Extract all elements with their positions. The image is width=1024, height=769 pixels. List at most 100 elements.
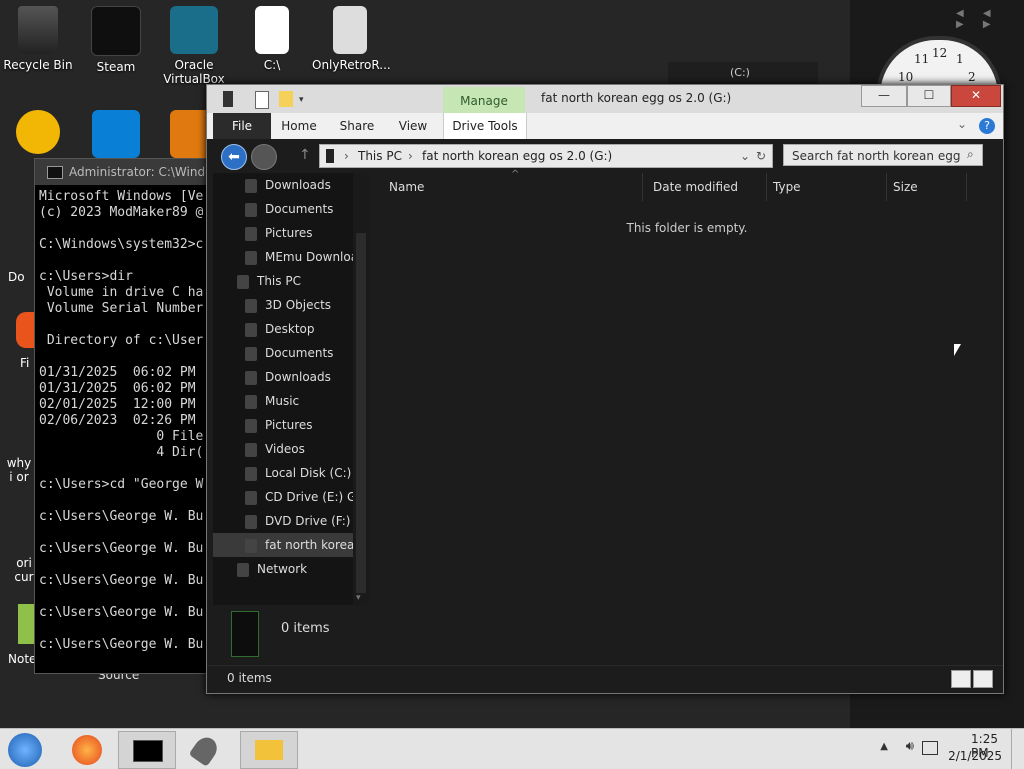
column-header-date-modified[interactable]: Date modified xyxy=(647,173,767,201)
large-icons-view-icon[interactable] xyxy=(973,670,993,688)
chevron-down-icon[interactable]: ⌄ xyxy=(957,117,967,131)
start-orb-icon xyxy=(8,733,42,767)
maximize-button[interactable]: ☐ xyxy=(907,85,951,107)
folder-icon xyxy=(245,394,257,409)
cmd-line: 4 Dir( xyxy=(39,445,204,460)
nav-item[interactable]: Downloads xyxy=(213,173,353,197)
taskbar-firefox[interactable] xyxy=(60,731,116,767)
firefox-icon[interactable] xyxy=(16,312,36,348)
nav-item-label: Documents xyxy=(265,202,334,216)
folder-icon xyxy=(245,346,257,361)
nav-item[interactable]: MEmu Downloa xyxy=(213,245,353,269)
virtualbox-icon xyxy=(170,6,218,54)
taskbar-command-prompt[interactable] xyxy=(118,731,176,769)
gadget-nav-arrows[interactable]: ◀ ◀ ▶ ▶ xyxy=(956,8,1024,30)
desktop-icon-c-drive[interactable]: C:\ xyxy=(234,0,310,72)
show-hidden-icons[interactable]: ▲ xyxy=(880,741,888,752)
show-desktop-button[interactable] xyxy=(1011,729,1024,769)
cmd-line: c:\Users\George W. Bu xyxy=(39,605,204,620)
nav-item-label: Pictures xyxy=(265,226,313,240)
cmd-line: 01/31/2025 06:02 PM xyxy=(39,365,196,380)
status-bar: 0 items xyxy=(207,665,1003,692)
nav-item[interactable]: fat north korean xyxy=(213,533,353,557)
cmd-line: 01/31/2025 06:02 PM xyxy=(39,381,196,396)
nav-item[interactable]: Documents xyxy=(213,341,353,365)
desktop-icon-settings[interactable] xyxy=(78,104,154,162)
minimize-button[interactable]: — xyxy=(861,85,907,107)
drive-icon xyxy=(326,149,334,163)
navigation-scrollbar[interactable]: ▾ xyxy=(353,173,369,605)
drive-shortcut-icon xyxy=(255,6,289,54)
gear-icon xyxy=(92,110,140,158)
tab-home[interactable]: Home xyxy=(273,113,325,139)
volume-icon[interactable]: 🔊︎ xyxy=(906,739,914,754)
file-explorer-window[interactable]: ▾ Manage fat north korean egg os 2.0 (G:… xyxy=(206,84,1004,694)
forward-button[interactable] xyxy=(251,144,277,170)
tab-share[interactable]: Share xyxy=(331,113,383,139)
chevron-down-icon[interactable]: ⌄ xyxy=(740,145,750,167)
back-button[interactable]: ⬅ xyxy=(221,144,247,170)
details-item-count: 0 items xyxy=(281,621,330,636)
chevron-down-icon[interactable]: ▾ xyxy=(299,95,307,105)
tab-view[interactable]: View xyxy=(389,113,437,139)
breadcrumb-this-pc[interactable]: This PC xyxy=(358,145,402,167)
close-button[interactable]: ✕ xyxy=(951,85,1001,107)
column-header-type[interactable]: Type xyxy=(767,173,887,201)
up-arrow-icon[interactable]: ↑ xyxy=(299,147,311,163)
help-icon[interactable]: ? xyxy=(979,118,995,134)
start-button[interactable] xyxy=(2,731,58,767)
explorer-title-bar[interactable]: ▾ Manage fat north korean egg os 2.0 (G:… xyxy=(207,85,1003,115)
search-input[interactable]: Search fat north korean egg o... xyxy=(783,144,983,185)
manage-tab-header[interactable]: Manage xyxy=(443,87,525,115)
cmd-title-bar[interactable]: Administrator: C:\Windows xyxy=(35,159,225,185)
desktop-icon-app-a[interactable] xyxy=(0,104,76,158)
scrollbar-thumb[interactable] xyxy=(356,233,366,593)
taskbar-date[interactable]: 2/1/2025 xyxy=(948,749,1002,763)
tab-drive-tools[interactable]: Drive Tools xyxy=(443,113,527,139)
desktop-icon-onlyretro[interactable]: OnlyRetroR... xyxy=(312,0,391,72)
nav-item[interactable]: Pictures xyxy=(213,413,353,437)
folder-icon xyxy=(245,442,257,457)
nav-item[interactable]: Videos xyxy=(213,437,353,461)
desktop-icon-virtualbox[interactable]: Oracle VirtualBox xyxy=(156,0,232,86)
desktop-icon-steam[interactable]: Steam xyxy=(78,0,154,74)
new-folder-icon[interactable] xyxy=(279,91,293,107)
scroll-down-icon[interactable]: ▾ xyxy=(356,593,361,603)
breadcrumb-separator: › xyxy=(408,149,413,163)
refresh-icon[interactable]: ↻ xyxy=(756,145,766,167)
command-prompt-window[interactable]: Administrator: C:\Windows Microsoft Wind… xyxy=(34,158,226,674)
nav-item[interactable]: Downloads xyxy=(213,365,353,389)
taskbar: ▲ 🔊︎ 1:25 PM 2/1/2025 xyxy=(0,728,1024,769)
nav-item[interactable]: CD Drive (E:) GP/ xyxy=(213,485,353,509)
file-list[interactable]: Name ^ Date modified Type Size This fold… xyxy=(373,169,1001,605)
nav-item[interactable]: DVD Drive (F:) Ca xyxy=(213,509,353,533)
cmd-line xyxy=(39,621,225,637)
network-icon[interactable] xyxy=(922,741,938,755)
nav-item[interactable]: This PC xyxy=(213,269,353,293)
breadcrumb-current[interactable]: fat north korean egg os 2.0 (G:) xyxy=(422,145,612,167)
taskbar-rocket-app[interactable] xyxy=(178,731,234,767)
nav-item-label: Desktop xyxy=(265,322,315,336)
nav-item[interactable]: Desktop xyxy=(213,317,353,341)
folder-icon xyxy=(245,322,257,337)
properties-icon[interactable] xyxy=(255,91,269,109)
tab-file[interactable]: File xyxy=(213,113,271,139)
taskbar-file-explorer[interactable] xyxy=(240,731,298,769)
nav-item-label: Network xyxy=(257,562,308,576)
nav-item[interactable]: Local Disk (C:) xyxy=(213,461,353,485)
address-field[interactable]: › This PC › fat north korean egg os 2.0 … xyxy=(319,144,773,168)
nav-item[interactable]: Pictures xyxy=(213,221,353,245)
folder-icon xyxy=(245,418,257,433)
desktop-icon-recycle-bin[interactable]: Recycle Bin xyxy=(0,0,76,72)
nav-item[interactable]: 3D Objects xyxy=(213,293,353,317)
nav-item[interactable]: Documents xyxy=(213,197,353,221)
nav-item[interactable]: Music xyxy=(213,389,353,413)
details-view-icon[interactable] xyxy=(951,670,971,688)
nav-item-label: 3D Objects xyxy=(265,298,332,312)
column-header-size[interactable]: Size xyxy=(887,173,967,201)
nav-item-label: Documents xyxy=(265,346,334,360)
cmd-line: 0 File xyxy=(39,429,204,444)
folder-icon xyxy=(245,178,257,193)
nav-item[interactable]: Network xyxy=(213,557,353,581)
cmd-console-output[interactable]: Microsoft Windows [Ve (c) 2023 ModMaker89… xyxy=(35,185,225,669)
